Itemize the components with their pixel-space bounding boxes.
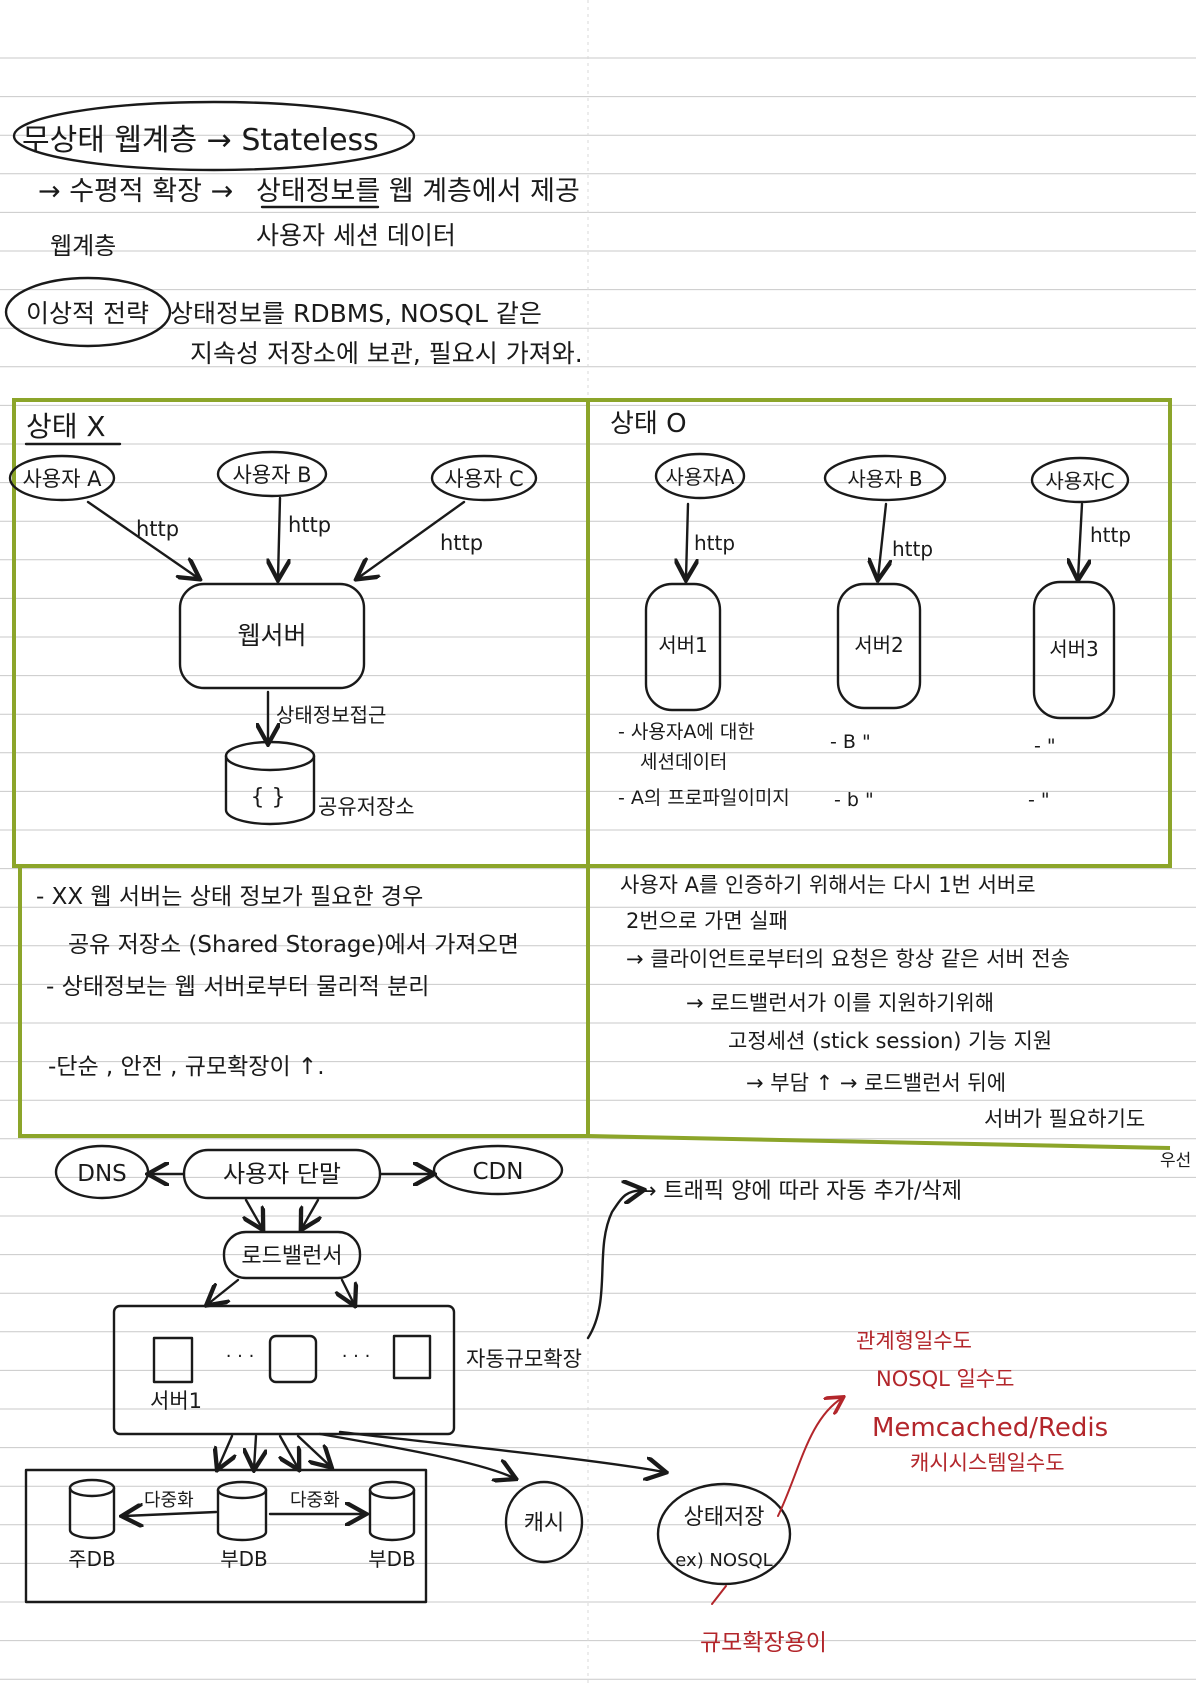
ditto-server2-row1: - B " bbox=[830, 731, 871, 753]
replica-db-2 bbox=[368, 1480, 416, 1542]
horizontal-scaling-text: → 수평적 확장 → bbox=[38, 176, 233, 207]
red-note-1: 관계형일수도 bbox=[856, 1329, 972, 1353]
srv-to-state-arrow bbox=[338, 1430, 664, 1472]
db-group bbox=[24, 1468, 428, 1604]
replication-arrow-1 bbox=[124, 1512, 218, 1516]
stateless-note-4: -단순 , 안전 , 규모확장이 ↑. bbox=[48, 1054, 325, 1080]
state-access-label: 상태정보접근 bbox=[276, 703, 386, 727]
session-note-1b: 세션데이터 bbox=[640, 751, 727, 773]
http-label-b: http bbox=[288, 513, 331, 537]
session-note-1a: - 사용자A에 대한 bbox=[618, 721, 755, 743]
http-label-a: http bbox=[136, 517, 179, 541]
http-arrow-b2 bbox=[878, 502, 886, 578]
server-box-2 bbox=[268, 1334, 318, 1384]
lb-to-servers-arrow-1 bbox=[208, 1278, 240, 1304]
user-b2-label: 사용자 B bbox=[847, 467, 922, 491]
server-box-1 bbox=[152, 1336, 194, 1384]
dns-label: DNS bbox=[77, 1161, 127, 1187]
http-label-c2: http bbox=[1090, 523, 1131, 547]
stateless-note-1: - XX 웹 서버는 상태 정보가 필요한 경우 bbox=[36, 884, 423, 910]
client-to-lb-arrow-2 bbox=[302, 1198, 318, 1228]
srv-to-db-arrow-3 bbox=[280, 1434, 298, 1468]
cache-label: 캐시 bbox=[524, 1511, 564, 1536]
state-info-text: 상태정보를 웹 계층에서 제공 bbox=[256, 176, 580, 207]
user-c-label: 사용자 C bbox=[444, 467, 523, 491]
replication-label-1: 다중화 bbox=[144, 1490, 194, 1511]
red-note-2: NOSQL 일수도 bbox=[876, 1367, 1014, 1391]
session-data-text: 사용자 세션 데이터 bbox=[256, 221, 456, 250]
shared-storage-db bbox=[224, 740, 316, 826]
ditto-server3-row2: - " bbox=[1028, 789, 1050, 811]
http-arrow-b bbox=[278, 496, 280, 578]
red-note-4: 캐시시스템일수도 bbox=[910, 1451, 1065, 1475]
srv-to-db-arrow-2 bbox=[254, 1434, 256, 1468]
strategy-line-1: 상태정보를 RDBMS, NOSQL 같은 bbox=[170, 299, 542, 328]
http-label-b2: http bbox=[892, 537, 933, 561]
lb-to-servers-arrow-2 bbox=[342, 1278, 354, 1304]
stateful-note-6: → 부담 ↑ → 로드밸런서 뒤에 bbox=[746, 1071, 1006, 1095]
stateful-note-3: → 클라이언트로부터의 요청은 항상 같은 서버 전송 bbox=[626, 947, 1070, 971]
server-dots-1: · · · bbox=[226, 1346, 255, 1367]
stateful-note-2: 2번으로 가면 실패 bbox=[626, 909, 788, 933]
notebook-page: 무상태 웹계층 → Stateless → 수평적 확장 → 상태정보를 웹 계… bbox=[0, 0, 1196, 1686]
http-arrow-a2 bbox=[686, 502, 688, 578]
ditto-server3-row1: - " bbox=[1034, 735, 1056, 757]
http-label-c: http bbox=[440, 531, 483, 555]
server-group-label: 서버1 bbox=[150, 1389, 202, 1413]
user-a-label: 사용자 A bbox=[22, 467, 102, 491]
server-3-label: 서버3 bbox=[1049, 637, 1099, 661]
red-note-3: Memcached/Redis bbox=[872, 1413, 1108, 1443]
stateful-note-4: → 로드밸런서가 이를 지원하기위해 bbox=[686, 991, 994, 1015]
stateless-title: 상태 X bbox=[26, 410, 106, 443]
user-b-label: 사용자 B bbox=[232, 463, 311, 487]
stateful-note-5: 고정세션 (stick session) 기능 지원 bbox=[728, 1029, 1052, 1053]
autoscale-label: 자동규모확장 bbox=[466, 1347, 582, 1371]
strategy-line-2: 지속성 저장소에 보관, 필요시 가져와. bbox=[190, 339, 583, 368]
red-bottom-pointer bbox=[711, 1585, 727, 1605]
autoscale-curve-arrow bbox=[586, 1190, 642, 1340]
replica-db-1-label: 부DB bbox=[220, 1547, 268, 1571]
stateless-note-3: - 상태정보는 웹 서버로부터 물리적 분리 bbox=[46, 974, 429, 1000]
server-box-3 bbox=[392, 1334, 432, 1380]
load-balancer-label: 로드밸런서 bbox=[241, 1244, 342, 1269]
cdn-label: CDN bbox=[473, 1159, 524, 1185]
user-a2-label: 사용자A bbox=[666, 465, 735, 489]
stateful-title: 상태 O bbox=[610, 409, 687, 439]
srv-to-db-arrow-1 bbox=[218, 1434, 232, 1468]
stateful-note-1: 사용자 A를 인증하기 위해서는 다시 1번 서버로 bbox=[620, 873, 1036, 897]
traffic-note: → 트래픽 양에 따라 자동 추가/삭제 bbox=[638, 1179, 962, 1204]
replica-db-1 bbox=[216, 1480, 268, 1542]
master-db bbox=[68, 1478, 116, 1540]
shared-storage-label: 공유저장소 bbox=[318, 795, 415, 819]
master-db-label: 주DB bbox=[68, 1547, 116, 1571]
server-2-label: 서버2 bbox=[854, 633, 904, 657]
srv-to-db-arrow-4 bbox=[296, 1434, 330, 1466]
http-arrow-c2 bbox=[1078, 502, 1082, 578]
server-dots-2: · · · bbox=[342, 1346, 371, 1367]
client-label: 사용자 단말 bbox=[223, 1160, 341, 1188]
state-store-label-2: ex) NOSQL bbox=[675, 1550, 772, 1571]
replica-db-2-label: 부DB bbox=[368, 1547, 416, 1571]
server-1-label: 서버1 bbox=[658, 633, 708, 657]
red-note-arrow bbox=[777, 1398, 842, 1517]
side-mark: 우선 bbox=[1160, 1151, 1191, 1171]
strategy-label: 이상적 전략 bbox=[26, 299, 149, 328]
http-label-a2: http bbox=[694, 531, 735, 555]
user-c2-label: 사용자C bbox=[1045, 469, 1114, 493]
ditto-server2-row2: - b " bbox=[834, 789, 874, 811]
replication-label-2: 다중화 bbox=[290, 1490, 340, 1511]
web-server-label: 웹서버 bbox=[237, 621, 306, 650]
client-to-lb-arrow-1 bbox=[246, 1198, 262, 1228]
state-store-label-1: 상태저장 bbox=[684, 1505, 765, 1530]
red-note-bottom: 규모확장용이 bbox=[700, 1630, 827, 1656]
stateful-note-7: 서버가 필요하기도 bbox=[984, 1107, 1145, 1131]
profile-note: - A의 프로파일이미지 bbox=[618, 787, 790, 809]
page-title: 무상태 웹계층 → Stateless bbox=[22, 123, 379, 158]
web-tier-caret-label: 웹계층 bbox=[50, 232, 116, 260]
stateless-note-2: 공유 저장소 (Shared Storage)에서 가져오면 bbox=[68, 932, 519, 958]
db-symbol: { } bbox=[251, 785, 286, 810]
